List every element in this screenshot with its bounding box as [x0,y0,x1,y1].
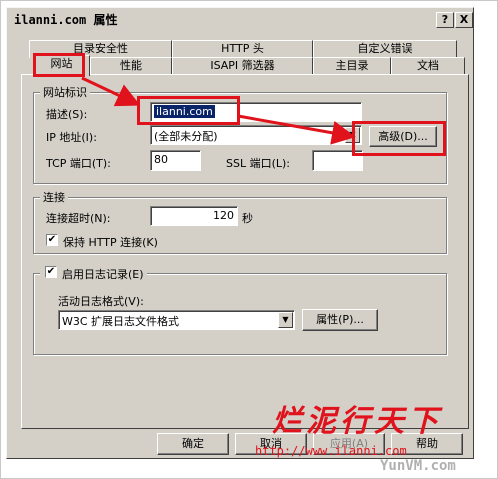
log-format-value: W3C 扩展日志文件格式 [62,315,180,328]
tab-performance[interactable]: 性能 [90,57,172,75]
tab-documents[interactable]: 文档 [391,57,465,75]
site-id-legend: 网站标识 [40,84,90,100]
watermark-chinese: 烂泥行天下 [272,404,442,439]
tab-custom-errors[interactable]: 自定义错误 [313,40,457,58]
ip-address-label: IP 地址(I): [46,131,97,144]
description-highlight [137,96,240,125]
advanced-highlight [352,121,446,156]
log-format-label: 活动日志格式(V): [58,295,144,308]
logging-checkbox[interactable]: ✔ [45,266,57,278]
tab-isapi-filters[interactable]: ISAPI 筛选器 [172,57,313,75]
ssl-port-label: SSL 端口(L): [226,157,291,170]
timeout-unit: 秒 [242,212,253,225]
log-properties-button[interactable]: 属性(P)... [302,309,378,331]
check-mark-icon: ✔ [47,234,57,245]
tcp-port-input[interactable]: 80 [150,150,201,171]
log-format-dropdown-icon[interactable]: ▼ [278,312,293,328]
window-title: ilanni.com 属性 [14,13,118,27]
timeout-input[interactable]: 120 [150,206,238,226]
tcp-port-label: TCP 端口(T): [46,157,111,170]
watermark-url: http://www.ilanni.com [255,444,407,458]
timeout-label: 连接超时(N): [46,212,111,225]
tab-http-headers[interactable]: HTTP 头 [172,40,313,58]
help-title-button[interactable]: ? [436,12,454,28]
log-format-select[interactable]: W3C 扩展日志文件格式 [58,310,295,330]
ip-address-select[interactable]: (全部未分配) [150,125,362,145]
website-tab-highlight [33,53,85,77]
keepalive-label: 保持 HTTP 连接(K) [63,236,158,249]
tab-home-directory[interactable]: 主目录 [313,57,391,75]
logging-enable-label: 启用日志记录(E) [62,268,144,281]
close-title-button[interactable]: X [455,12,473,28]
description-label: 描述(S): [46,108,88,121]
ip-address-value: (全部未分配) [154,130,218,143]
connection-legend: 连接 [40,189,68,205]
check-mark-icon: ✔ [46,266,56,277]
keepalive-checkbox[interactable]: ✔ [46,234,58,246]
ok-button[interactable]: 确定 [157,433,229,455]
watermark-brand: YunVM.com [380,458,456,474]
